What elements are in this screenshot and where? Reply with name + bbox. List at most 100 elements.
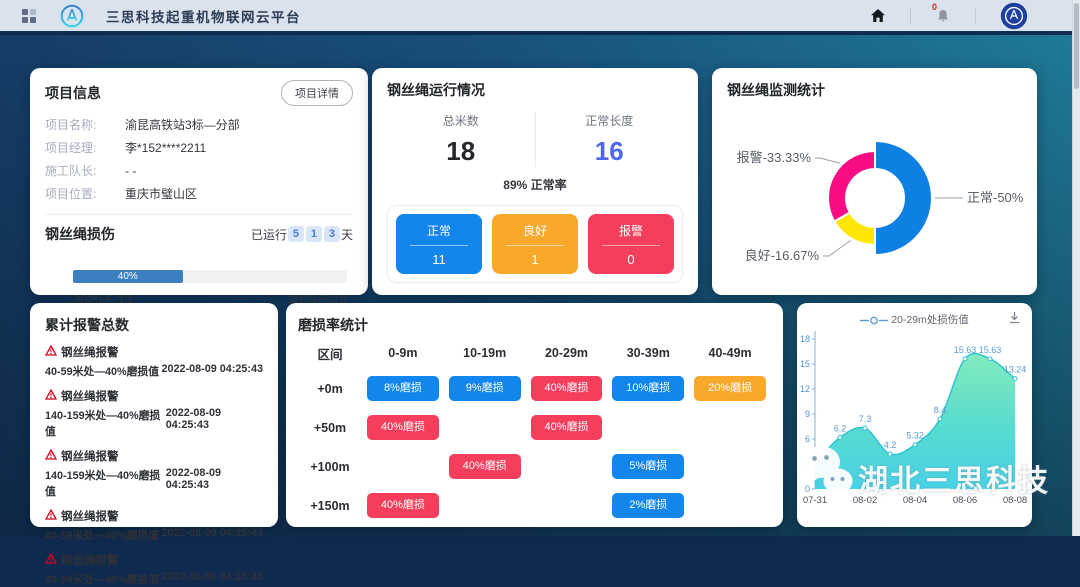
alarm-time: 2022-08-09 04:25:43 [162,527,263,543]
damage-progress-track: 40% [73,270,347,283]
alarm-warning-icon [45,389,57,403]
page-scrollbar[interactable] [1072,0,1080,536]
wear-badge[interactable]: 10%磨损 [612,376,684,401]
wear-badge[interactable]: 2%磨损 [612,493,684,518]
alarm-desc: 140-159米处—40%磨损值 [45,407,166,439]
alarm-detail: 40-59米处—40%磨损值2022-08-09 04:25:43 [45,527,263,543]
data-point[interactable] [863,426,867,430]
wear-data-row: +50m40%磨损40%磨损 [298,408,771,447]
data-point[interactable] [813,461,817,465]
project-info-title: 项目信息 [45,83,101,103]
logo-icon [60,4,84,28]
wear-badge[interactable]: 9%磨损 [449,376,521,401]
running-day-chip: 5 [288,226,304,242]
tile-divider [410,245,468,246]
alarm-warning-icon [45,449,57,463]
donut-slice-正常[interactable] [875,141,932,255]
data-point[interactable] [838,435,842,439]
alarm-detail: 40-59米处—40%磨损值2022-08-09 04:25:43 [45,571,263,587]
field-value: 重庆市璧山区 [125,183,197,206]
donut-chart: 正常-50%报警-33.33%良好-16.67% [727,102,1027,284]
data-point[interactable] [1013,377,1017,381]
field-value: - - [125,160,136,183]
brand-logo-icon[interactable] [60,4,84,28]
scrollbar-thumb[interactable] [1074,3,1079,89]
wear-header-row: 区间0-9m10-19m20-29m30-39m40-49m [298,337,771,369]
alarm-warning-icon [45,553,57,567]
alarm-item[interactable]: 钢丝绳报警40-59米处—40%磨损值2022-08-09 04:25:43 [45,552,263,587]
tile-divider [506,245,564,246]
donut-label-good: 良好-16.67% [745,248,820,263]
status-tiles: 正常11良好1报警0 [387,205,683,283]
data-point[interactable] [913,443,917,447]
wear-badge[interactable]: 8%磨损 [367,376,439,401]
y-tick-label: 12 [800,384,810,394]
download-icon[interactable] [1008,311,1021,329]
x-tick-label: 08-08 [1003,495,1027,506]
wear-badge[interactable]: 20%磨损 [694,376,766,401]
wear-cell: 40%磨损 [526,415,608,440]
field-label: 项目经理: [45,137,125,160]
y-tick-label: 3 [805,459,810,469]
stat-value: 18 [387,136,535,167]
tile-value: 11 [396,252,482,267]
x-tick-label: 08-02 [853,495,877,506]
data-point[interactable] [988,357,992,361]
data-point[interactable] [888,452,892,456]
alarm-item[interactable]: 钢丝绳报警140-159米处—40%磨损值2022-08-09 04:25:43 [45,388,263,439]
data-point-label: 5.32 [906,431,924,441]
notification-bell-icon[interactable]: 0 [935,8,951,24]
wear-badge[interactable]: 40%磨损 [367,493,439,518]
wear-col-header: 10-19m [444,346,526,360]
alarm-type-text: 钢丝绳报警 [61,448,119,464]
running-suffix: 天 [341,226,353,243]
alarm-item[interactable]: 钢丝绳报警40-59米处—40%磨损值2022-08-09 04:25:43 [45,508,263,543]
status-tile-良好[interactable]: 良好1 [492,214,578,274]
wear-badge[interactable]: 40%磨损 [449,454,521,479]
alarm-item[interactable]: 钢丝绳报警 40-59米处—40%磨损值2022-08-09 04:25:43 [45,344,263,379]
wear-badge[interactable]: 40%磨损 [531,415,603,440]
wear-cell: 9%磨损 [444,376,526,401]
running-days: 已运行 513 天 [251,226,353,243]
data-point-label: 7.3 [859,414,872,424]
project-detail-button[interactable]: 项目详情 [281,80,353,106]
alarm-item[interactable]: 钢丝绳报警140-159米处—40%磨损值2022-08-09 04:25:43 [45,448,263,499]
status-tile-正常[interactable]: 正常11 [396,214,482,274]
alarm-warning-icon [45,509,57,523]
wear-rate-title: 磨损率统计 [298,315,368,335]
wear-col-header: 40-49m [689,346,771,360]
wear-cell: 40%磨损 [526,376,608,401]
y-tick-label: 0 [805,484,810,494]
chart-legend[interactable]: 20-29m处损伤值 [797,312,1032,327]
wear-cell: 20%磨损 [689,376,771,401]
monitor-stats-title: 钢丝绳监测统计 [727,80,825,100]
bell-badge: 0 [932,2,937,12]
alarm-type-text: 钢丝绳报警 [61,388,119,404]
alarm-type-text: 钢丝绳报警 [61,344,119,360]
project-info-card: 项目信息 项目详情 项目名称:渝昆高铁站3标—分部项目经理:李*152****2… [30,68,368,295]
wear-badge[interactable]: 40%磨损 [367,415,439,440]
legend-label: 20-29m处损伤值 [891,314,969,326]
user-avatar[interactable] [1000,2,1028,30]
data-point[interactable] [963,357,967,361]
wear-badge[interactable]: 40%磨损 [531,376,603,401]
divider [45,214,353,215]
status-tile-报警[interactable]: 报警0 [588,214,674,274]
data-point[interactable] [938,417,942,421]
rope-stats: 总米数 18 正常长度 16 [387,112,683,167]
apps-grid-icon[interactable] [22,9,36,23]
wear-cell: 8%磨损 [362,376,444,401]
donut-label-alarm: 报警-33.33% [737,150,812,165]
alarm-desc: 40-59米处—40%磨损值 [45,363,159,379]
wear-data-row: +150m40%磨损2%磨损 [298,486,771,525]
data-point-label: 8.4 [934,405,947,415]
field-value: 渝昆高铁站3标—分部 [125,114,240,137]
home-icon[interactable] [870,8,886,23]
top-navbar: 三思科技起重机物联网云平台 0 [0,0,1080,33]
wear-badge[interactable]: 5%磨损 [612,454,684,479]
legend-marker-icon [860,316,888,325]
alarm-time: 2022-08-09 04:25:43 [162,363,263,379]
running-day-chip: 3 [324,226,340,242]
normal-length-stat: 正常长度 16 [536,112,684,167]
project-field-row: 施工队长:- - [45,160,353,183]
